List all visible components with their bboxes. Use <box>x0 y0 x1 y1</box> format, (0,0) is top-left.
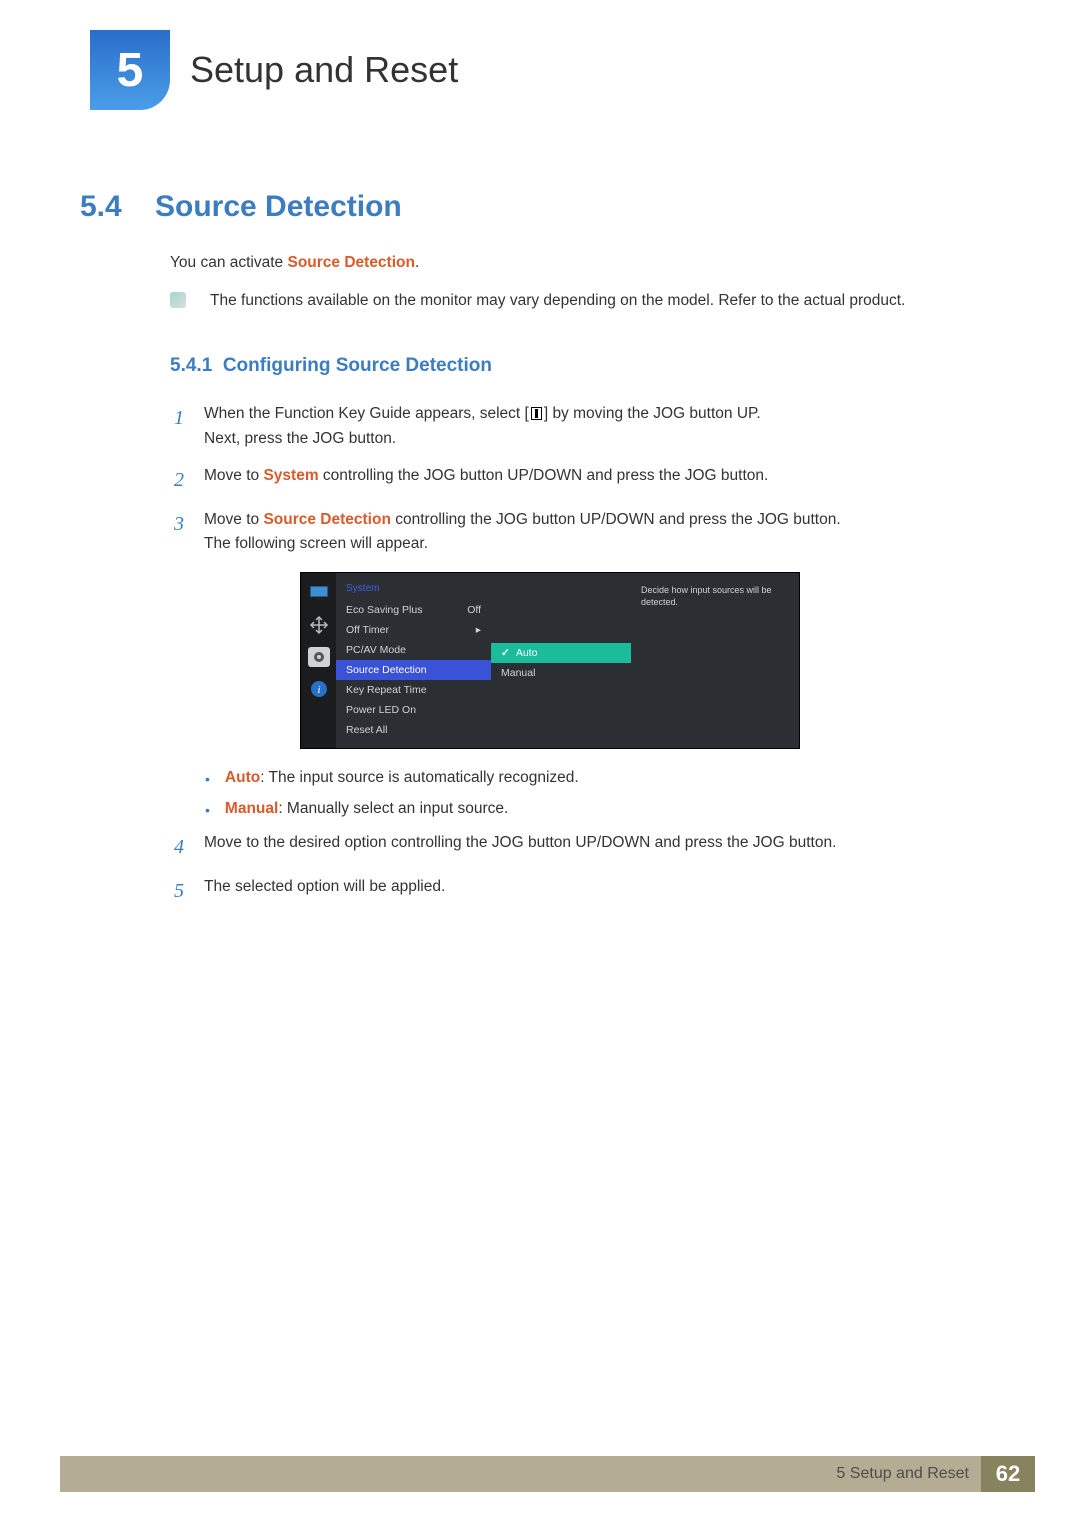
bullet-dot-icon: • <box>205 769 210 790</box>
info-icon: i <box>308 679 330 699</box>
section-number: 5.4 <box>80 190 155 224</box>
step-3: 3 Move to Source Detection controlling t… <box>170 508 1020 558</box>
menu-icon <box>531 407 542 420</box>
step-number: 1 <box>170 402 184 452</box>
osd-item-resetall: Reset All <box>336 720 491 740</box>
svg-text:i: i <box>317 684 320 696</box>
step-number: 5 <box>170 875 184 907</box>
section-body: 5.4Source Detection You can activate Sou… <box>0 110 1080 907</box>
osd-item-pcav: PC/AV Mode <box>336 640 491 660</box>
step-5: 5 The selected option will be applied. <box>170 875 1020 907</box>
note-icon <box>170 292 190 310</box>
chapter-title: Setup and Reset <box>190 49 458 91</box>
bullet-list: • Auto: The input source is automaticall… <box>205 769 1020 821</box>
osd-item-source-highlighted: Source Detection <box>336 660 491 680</box>
bullet-manual: • Manual: Manually select an input sourc… <box>205 800 1020 821</box>
subsection-title-text: Configuring Source Detection <box>223 355 492 376</box>
subsection-heading: 5.4.1 Configuring Source Detection <box>170 355 1020 377</box>
osd-hint: Decide how input sources will be detecte… <box>631 573 799 748</box>
section-title-text: Source Detection <box>155 190 402 223</box>
footer-text: 5 Setup and Reset <box>836 1465 969 1483</box>
page-header: 5 Setup and Reset <box>0 0 1080 110</box>
osd-item-keyrepeat: Key Repeat Time <box>336 680 491 700</box>
page-footer: 5 Setup and Reset 62 <box>60 1456 1035 1492</box>
bullet-auto: • Auto: The input source is automaticall… <box>205 769 1020 790</box>
page-number: 62 <box>981 1456 1035 1492</box>
section-heading: 5.4Source Detection <box>80 190 1020 224</box>
osd-menu-screenshot: i System Eco Saving PlusOff Off Timer▸ P… <box>300 572 800 749</box>
step-number: 2 <box>170 464 184 496</box>
subsection-number: 5.4.1 <box>170 355 212 376</box>
osd-options-column: Auto Manual <box>491 573 631 748</box>
step-2: 2 Move to System controlling the JOG but… <box>170 464 1020 496</box>
osd-item-powerled: Power LED On <box>336 700 491 720</box>
step-number: 4 <box>170 831 184 863</box>
osd-option-manual: Manual <box>491 663 631 683</box>
intro-term: Source Detection <box>287 254 414 271</box>
step-number: 3 <box>170 508 184 558</box>
note-text: The functions available on the monitor m… <box>210 292 905 310</box>
osd-item-eco: Eco Saving PlusOff <box>336 600 491 620</box>
chapter-badge: 5 <box>90 30 170 110</box>
osd-sidebar: i <box>301 573 336 748</box>
bullet-dot-icon: • <box>205 800 210 821</box>
intro-text: You can activate Source Detection. <box>170 254 1020 272</box>
step-1: 1 When the Function Key Guide appears, s… <box>170 402 1020 452</box>
osd-title: System <box>336 581 491 600</box>
osd-item-offtimer: Off Timer▸ <box>336 620 491 640</box>
gear-icon <box>308 647 330 667</box>
arrows-icon <box>308 615 330 635</box>
note-block: The functions available on the monitor m… <box>170 292 1020 310</box>
step-4: 4 Move to the desired option controlling… <box>170 831 1020 863</box>
osd-left-column: System Eco Saving PlusOff Off Timer▸ PC/… <box>336 573 491 748</box>
monitor-icon <box>308 583 330 603</box>
osd-option-auto: Auto <box>491 643 631 663</box>
